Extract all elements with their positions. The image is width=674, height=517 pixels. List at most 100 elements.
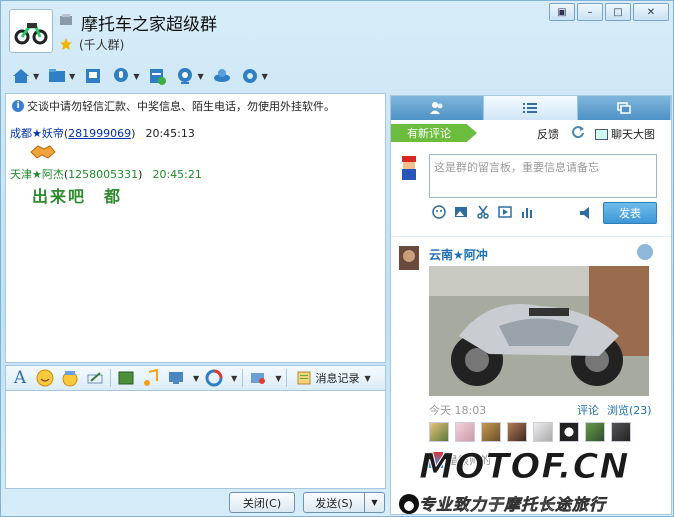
toolbar-voice[interactable]: ▼ <box>109 64 141 88</box>
compose-cut-button[interactable] <box>475 204 491 220</box>
liker-avatar[interactable] <box>481 422 501 442</box>
toolbar-activity[interactable] <box>145 64 169 88</box>
scribble-button[interactable] <box>85 368 105 388</box>
big-picture-button[interactable]: 聊天大图 <box>595 126 655 142</box>
compose-video-button[interactable] <box>497 204 513 220</box>
list-icon <box>523 103 538 113</box>
tab-members[interactable] <box>391 96 485 120</box>
toolbar-album[interactable] <box>81 64 105 88</box>
chevron-down-icon[interactable]: ▼ <box>193 374 199 383</box>
publish-button[interactable]: 发表 <box>603 202 657 224</box>
group-avatar[interactable] <box>9 9 53 53</box>
toolbar-video[interactable]: ▼ <box>173 64 205 88</box>
board-textarea[interactable]: 这是群的留言板，重要信息请备忘 <box>429 154 657 198</box>
font-icon: A <box>13 368 27 388</box>
bar-chart-icon <box>522 208 532 218</box>
chat-history[interactable]: i 交谈中请勿轻信汇款、中奖信息、陌生电话，勿使用外挂软件。 成都★妖帝(281… <box>5 93 386 363</box>
security-notice: i 交谈中请勿轻信汇款、中奖信息、陌生电话，勿使用外挂软件。 <box>12 98 335 114</box>
format-toolbar: A ▼ ▼ ▼ 消息记录 ▼ <box>5 365 386 391</box>
group-type: (千人群) <box>79 38 125 52</box>
liker-avatar[interactable] <box>455 422 475 442</box>
send-button[interactable]: 发送(S) <box>303 492 365 513</box>
side-tabs <box>391 96 671 120</box>
chevron-down-icon: ▼ <box>133 71 140 81</box>
chevron-down-icon: ▼ <box>261 71 268 81</box>
history-icon <box>297 371 311 385</box>
smiley-icon <box>432 205 446 219</box>
like-icon[interactable] <box>637 244 653 260</box>
history-label: 消息记录 <box>315 372 360 385</box>
liker-avatar[interactable] <box>585 422 605 442</box>
picture-icon <box>595 128 608 140</box>
send-image-button[interactable] <box>116 368 136 388</box>
microphone-icon <box>114 68 129 82</box>
soso-icon <box>205 369 223 387</box>
sender-nickname[interactable]: 成都★妖帝 <box>10 127 64 140</box>
post-actions: 评论 浏览(23) <box>577 402 652 418</box>
screenshot-icon <box>169 372 183 384</box>
sender-qq: 1258005331 <box>68 168 139 181</box>
announcement-icon[interactable] <box>579 206 593 220</box>
magic-face-icon <box>62 371 78 387</box>
liker-avatar[interactable] <box>533 422 553 442</box>
tab-board[interactable] <box>484 96 578 120</box>
shake-button[interactable] <box>248 368 268 388</box>
magic-emoji-button[interactable] <box>60 368 80 388</box>
liker-avatar[interactable] <box>611 422 631 442</box>
send-options-button[interactable]: ▼ <box>365 492 385 513</box>
big-picture-label: 聊天大图 <box>611 128 655 141</box>
pencil-icon <box>87 372 103 384</box>
screenshot-button[interactable] <box>166 368 186 388</box>
music-button[interactable] <box>141 368 161 388</box>
feedback-link[interactable]: 反馈 <box>537 126 559 142</box>
toolbar-app[interactable] <box>210 64 234 88</box>
skin-button[interactable]: ▣ <box>549 3 575 21</box>
search-engine-button[interactable] <box>204 368 224 388</box>
views-link[interactable]: 浏览(23) <box>607 402 652 418</box>
toolbar-settings[interactable]: ▼ <box>238 64 270 88</box>
chevron-down-icon: ▼ <box>371 498 378 507</box>
send-group: 发送(S) ▼ <box>303 492 385 513</box>
star-icon <box>60 38 72 50</box>
poster-name[interactable]: 云南★阿冲 <box>429 246 488 263</box>
minimize-button[interactable]: – <box>577 3 603 21</box>
qq-group-chat-window: 摩托车之家超级群 (千人群) ▣ – □ ✕ ▼ ▼ ▼ ▼ ▼ i 交谈中请勿… <box>0 0 674 517</box>
chevron-down-icon[interactable]: ▼ <box>275 374 281 383</box>
message-header: 天津★阿杰(1258005331) 20:45:21 <box>10 168 202 181</box>
comment-link[interactable]: 评论 <box>577 402 599 418</box>
image-icon <box>455 207 467 217</box>
message-input[interactable] <box>5 391 386 489</box>
close-button[interactable]: 关闭(C) <box>229 492 295 513</box>
tab-windows[interactable] <box>578 96 671 120</box>
font-button[interactable]: A <box>10 368 30 388</box>
toolbar-files[interactable]: ▼ <box>45 64 77 88</box>
close-window-button[interactable]: ✕ <box>633 3 669 21</box>
new-comment-badge[interactable]: 有新评论 <box>391 124 477 142</box>
compose-image-button[interactable] <box>453 204 469 220</box>
message-time: 20:45:13 <box>145 127 195 140</box>
message-header: 成都★妖帝(281999069) 20:45:13 <box>10 127 195 140</box>
liker-avatar[interactable] <box>507 422 527 442</box>
emoji-button[interactable] <box>35 368 55 388</box>
sender-qq[interactable]: 281999069 <box>68 127 131 140</box>
poster-avatar[interactable] <box>397 244 421 272</box>
post-date: 今天 18:03 <box>429 404 487 417</box>
message-time: 20:45:21 <box>152 168 202 181</box>
post-photo[interactable] <box>429 266 649 396</box>
notice-text: 交谈中请勿轻信汇款、中奖信息、陌生电话，勿使用外挂软件。 <box>27 100 335 113</box>
image-icon <box>118 371 134 385</box>
sender-nickname[interactable]: 天津★阿杰 <box>10 168 64 181</box>
maximize-button[interactable]: □ <box>605 3 631 21</box>
compose-emoji-button[interactable] <box>431 204 447 220</box>
message-history-button[interactable]: 消息记录 ▼ <box>296 370 371 386</box>
smiley-icon <box>36 369 54 387</box>
camera-icon <box>178 68 193 84</box>
compose-vote-button[interactable] <box>519 204 535 220</box>
liker-avatar[interactable] <box>429 422 449 442</box>
refresh-icon[interactable] <box>571 125 585 139</box>
send-controls: 关闭(C) 发送(S) ▼ <box>229 492 385 513</box>
chevron-down-icon[interactable]: ▼ <box>231 374 237 383</box>
toolbar-home[interactable]: ▼ <box>9 64 41 88</box>
liker-avatar[interactable] <box>559 422 579 442</box>
album-icon <box>86 69 101 83</box>
